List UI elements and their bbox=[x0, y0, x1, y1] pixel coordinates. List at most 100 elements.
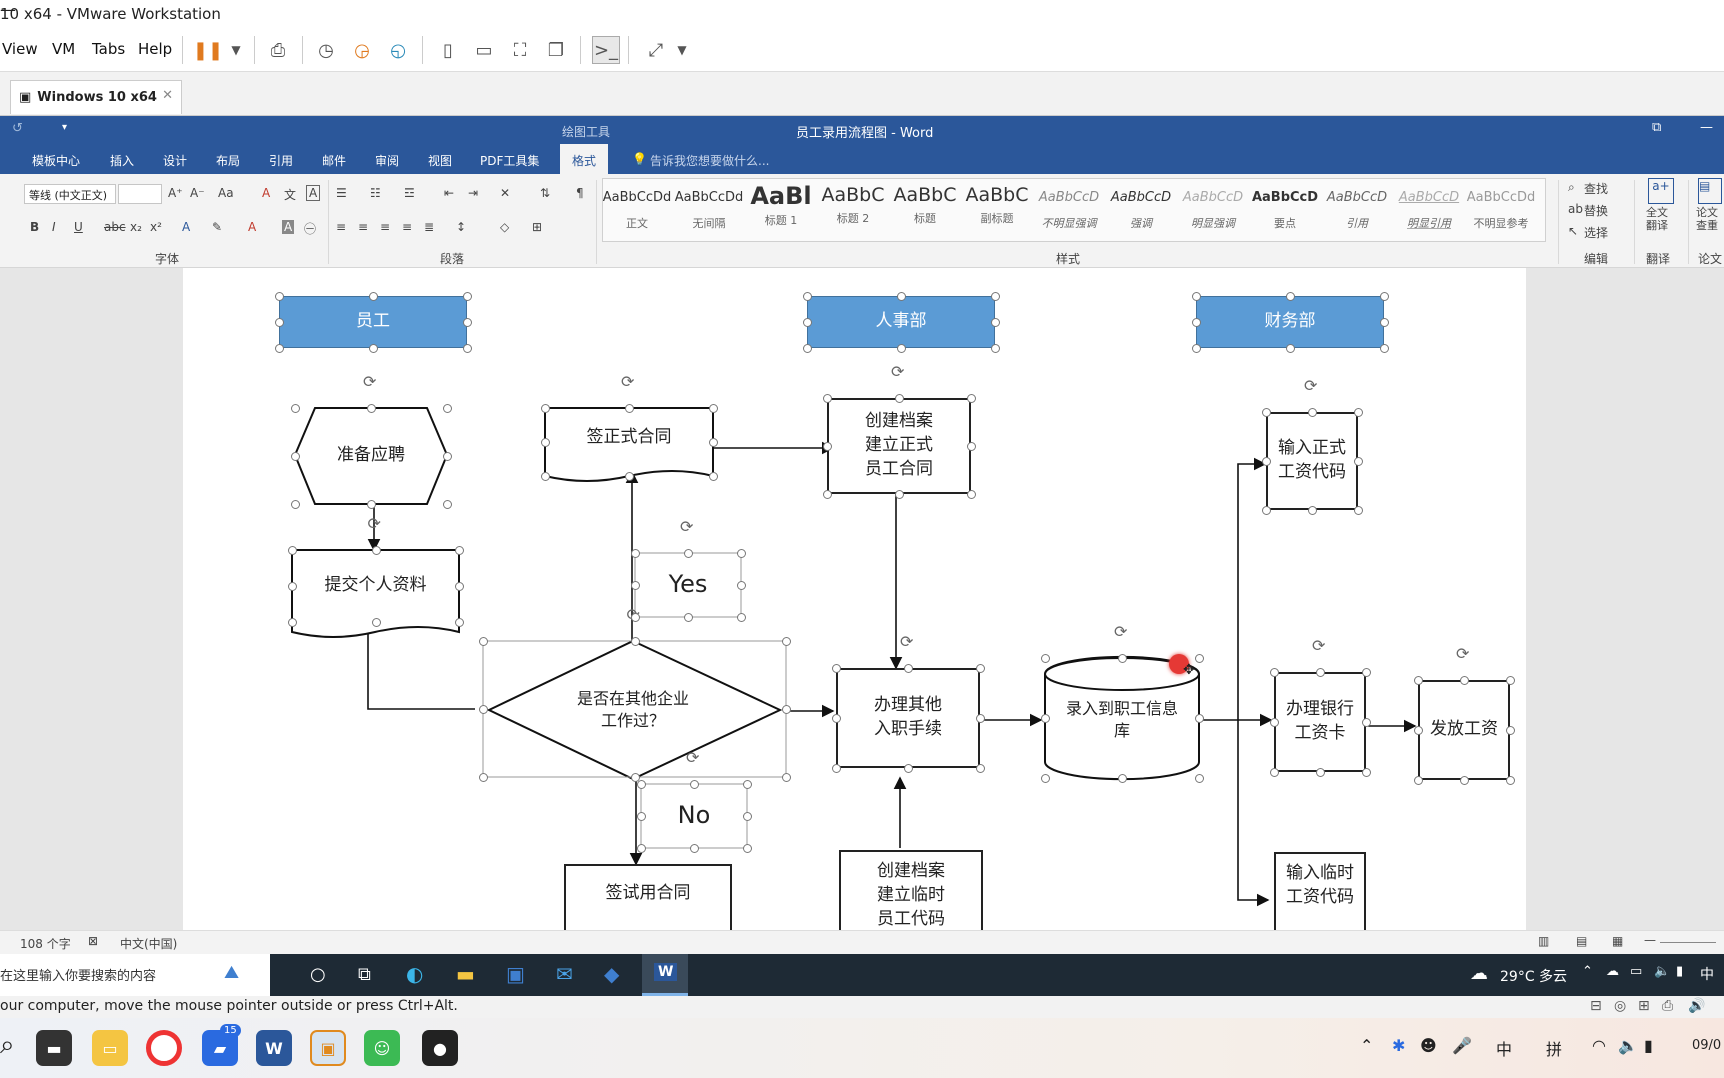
decision-shape[interactable]: 是否在其他企业 工作过？ bbox=[523, 668, 743, 752]
style-item-normal[interactable]: AaBbCcDd 正文 bbox=[602, 180, 672, 238]
resize-handle[interactable] bbox=[1316, 668, 1325, 677]
enclose-char-icon[interactable]: ㊀ bbox=[304, 220, 316, 237]
resize-handle[interactable] bbox=[1270, 668, 1279, 677]
document-page[interactable]: 员工 人事部 财务部 准备应聘 提交个人资料 签正式合同 Yes 是否在其他企业… bbox=[183, 268, 1526, 930]
minimize-icon[interactable]: — bbox=[1700, 120, 1713, 135]
fin-temp-shape[interactable]: 输入临时 工资代码 bbox=[1274, 852, 1366, 930]
resize-handle[interactable] bbox=[455, 582, 464, 591]
multilevel-icon[interactable]: ☲ bbox=[404, 186, 415, 200]
file-explorer-icon[interactable]: ▭ bbox=[92, 1030, 128, 1066]
shading-icon[interactable]: ◇ bbox=[500, 220, 509, 234]
resize-handle[interactable] bbox=[291, 452, 300, 461]
send-ctrl-alt-del-icon[interactable]: ⎙ bbox=[264, 36, 292, 64]
rotate-handle-icon[interactable]: ⟳ bbox=[900, 632, 913, 651]
font-color-icon[interactable]: A bbox=[248, 220, 256, 234]
rotate-handle-icon[interactable]: ⟳ bbox=[686, 748, 699, 767]
resize-handle[interactable] bbox=[1362, 768, 1371, 777]
tell-me-input[interactable]: 告诉我您想要做什么... bbox=[650, 152, 769, 169]
style-item-heading2[interactable]: AaBbC 标题 2 bbox=[818, 180, 888, 238]
resize-handle[interactable] bbox=[637, 780, 646, 789]
style-item-emphasis[interactable]: AaBbCcD 强调 bbox=[1106, 180, 1176, 238]
mail-icon[interactable]: ✉ bbox=[556, 962, 573, 986]
lane-header-finance[interactable]: 财务部 bbox=[1196, 296, 1384, 348]
style-item-heading1[interactable]: AaBl 标题 1 bbox=[746, 180, 816, 238]
resize-handle[interactable] bbox=[782, 773, 791, 782]
battery-icon[interactable]: ▮ bbox=[1676, 964, 1683, 979]
trial-contract-shape[interactable]: 签试用合同 bbox=[564, 864, 732, 930]
cortana-icon[interactable]: ○ bbox=[310, 964, 326, 985]
resize-handle[interactable] bbox=[904, 764, 913, 773]
resize-handle[interactable] bbox=[904, 664, 913, 673]
word-taskbar-button[interactable]: W bbox=[642, 954, 688, 996]
recorder-icon[interactable]: ● bbox=[422, 1030, 458, 1066]
resize-handle[interactable] bbox=[455, 618, 464, 627]
resize-handle[interactable] bbox=[443, 500, 452, 509]
grow-font-icon[interactable]: A⁺ bbox=[168, 186, 183, 200]
resize-handle[interactable] bbox=[684, 613, 693, 622]
qat-dropdown-icon[interactable]: ▾ bbox=[62, 122, 67, 133]
resize-handle[interactable] bbox=[1354, 457, 1363, 466]
resize-handle[interactable] bbox=[782, 705, 791, 714]
sound-device-icon[interactable]: 🔊 bbox=[1688, 998, 1705, 1014]
rotate-handle-icon[interactable]: ⟳ bbox=[1456, 644, 1469, 663]
find-button[interactable]: 查找 bbox=[1584, 180, 1608, 197]
snapshot-icon[interactable]: ◷ bbox=[312, 36, 340, 64]
stretch-icon[interactable]: ⤢ bbox=[642, 36, 670, 64]
resize-handle[interactable] bbox=[288, 582, 297, 591]
resize-handle[interactable] bbox=[1262, 457, 1271, 466]
ribbon-display-icon[interactable]: ⧉ bbox=[1652, 120, 1661, 135]
paper-check-icon[interactable]: ▤ bbox=[1698, 178, 1722, 204]
proofing-icon[interactable]: ⊠ bbox=[88, 934, 98, 948]
resize-handle[interactable] bbox=[1270, 718, 1279, 727]
resize-handle[interactable] bbox=[823, 490, 832, 499]
resize-handle[interactable] bbox=[463, 318, 472, 327]
resize-handle[interactable] bbox=[631, 581, 640, 590]
pay-salary-shape[interactable]: 发放工资 bbox=[1418, 680, 1510, 780]
store-icon[interactable]: ▣ bbox=[506, 962, 525, 986]
language-status[interactable]: 中文(中国) bbox=[120, 935, 177, 952]
sort-icon[interactable]: ⇅ bbox=[540, 186, 550, 200]
menu-vm[interactable]: VM bbox=[52, 40, 75, 58]
line-spacing-icon[interactable]: ↕ bbox=[456, 220, 466, 234]
resize-handle[interactable] bbox=[631, 549, 640, 558]
resize-handle[interactable] bbox=[288, 618, 297, 627]
qq-icon[interactable]: ☻ bbox=[1420, 1036, 1437, 1055]
resize-handle[interactable] bbox=[737, 613, 746, 622]
resize-handle[interactable] bbox=[782, 637, 791, 646]
dropdown-icon[interactable]: ▼ bbox=[222, 36, 250, 64]
resize-handle[interactable] bbox=[443, 404, 452, 413]
resize-handle[interactable] bbox=[690, 780, 699, 789]
resize-handle[interactable] bbox=[367, 500, 376, 509]
clock-date[interactable]: 09/0 bbox=[1692, 1038, 1721, 1053]
lane-header-employee[interactable]: 员工 bbox=[279, 296, 467, 348]
resize-handle[interactable] bbox=[1414, 726, 1423, 735]
style-item-quote[interactable]: AaBbCcD 引用 bbox=[1322, 180, 1392, 238]
subscript-icon[interactable]: x₂ bbox=[130, 220, 142, 234]
borders-icon[interactable]: ⊞ bbox=[532, 220, 542, 234]
bullets-icon[interactable]: ☰ bbox=[336, 186, 347, 200]
tab-template[interactable]: 模板中心 bbox=[32, 152, 80, 169]
resize-handle[interactable] bbox=[897, 292, 906, 301]
snapshot-manager-icon[interactable]: ◵ bbox=[384, 36, 412, 64]
resize-handle[interactable] bbox=[832, 664, 841, 673]
char-border-icon[interactable]: A bbox=[306, 185, 321, 201]
resize-handle[interactable] bbox=[443, 452, 452, 461]
stretch-dropdown-icon[interactable]: ▼ bbox=[668, 36, 696, 64]
resize-handle[interactable] bbox=[1362, 718, 1371, 727]
submit-shape[interactable]: 提交个人资料 bbox=[292, 550, 459, 622]
underline-icon[interactable]: U bbox=[74, 220, 83, 234]
resize-handle[interactable] bbox=[1506, 676, 1515, 685]
menu-view[interactable]: View bbox=[2, 40, 38, 58]
tab-mailings[interactable]: 邮件 bbox=[322, 152, 346, 169]
resize-handle[interactable] bbox=[823, 394, 832, 403]
resize-handle[interactable] bbox=[541, 438, 550, 447]
resize-handle[interactable] bbox=[743, 780, 752, 789]
resize-handle[interactable] bbox=[541, 472, 550, 481]
replace-icon[interactable]: ab bbox=[1568, 202, 1583, 216]
align-center-icon[interactable]: ≡ bbox=[358, 220, 368, 234]
other-procedures-shape[interactable]: 办理其他 入职手续 bbox=[836, 668, 980, 768]
resize-handle[interactable] bbox=[803, 318, 812, 327]
resize-handle[interactable] bbox=[976, 764, 985, 773]
resize-handle[interactable] bbox=[1041, 654, 1050, 663]
style-item-subtitle[interactable]: AaBbC 副标题 bbox=[962, 180, 1032, 238]
